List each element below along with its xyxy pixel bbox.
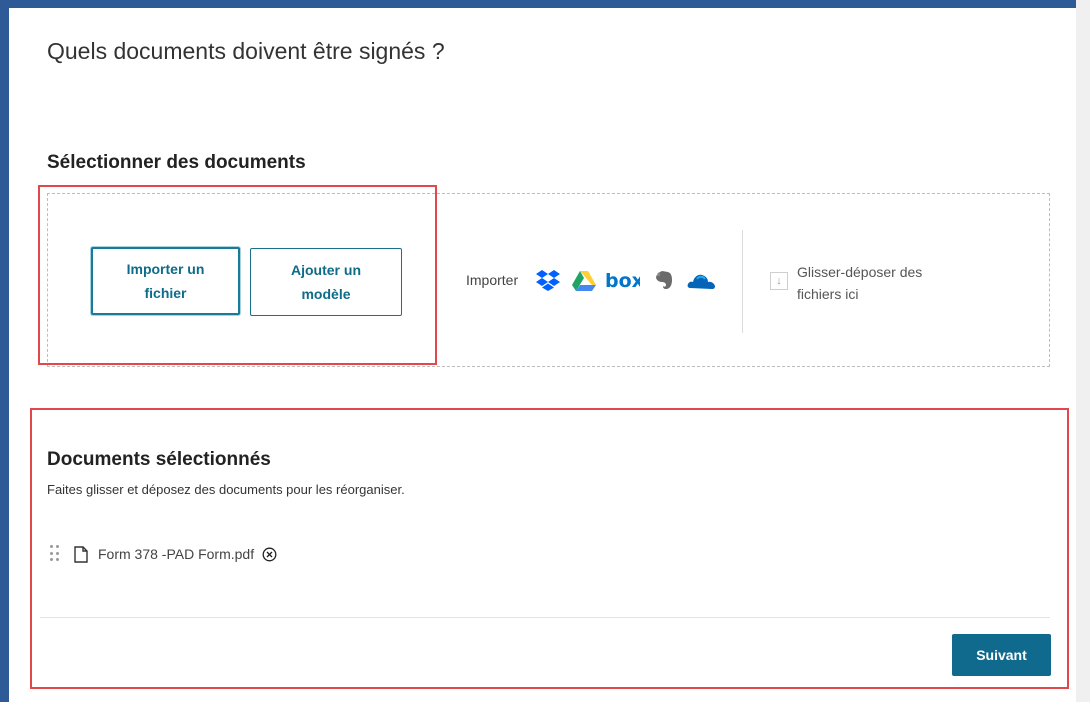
import-label: Importer xyxy=(466,272,519,288)
box-icon[interactable]: box xyxy=(604,268,640,292)
window-scroll-gutter xyxy=(1076,0,1090,702)
onedrive-icon[interactable] xyxy=(687,268,717,292)
dropbox-icon[interactable] xyxy=(535,268,561,292)
drag-drop-text: Glisser-déposer des fichiers ici xyxy=(797,264,923,302)
drag-handle-icon[interactable] xyxy=(50,545,60,563)
select-documents-heading: Sélectionner des documents xyxy=(47,152,306,173)
google-drive-icon[interactable] xyxy=(571,268,597,292)
window-top-border xyxy=(0,0,1090,8)
file-icon xyxy=(74,545,88,563)
add-template-button[interactable]: Ajouter un modèle xyxy=(250,248,402,316)
selected-documents-heading: Documents sélectionnés xyxy=(47,449,271,470)
evernote-icon[interactable] xyxy=(651,268,677,292)
svg-text:box: box xyxy=(605,270,640,292)
document-list-item[interactable]: Form 378 -PAD Form.pdf xyxy=(50,543,277,565)
window-left-border xyxy=(0,0,9,702)
import-file-button[interactable]: Importer un fichier xyxy=(91,247,240,315)
document-name: Form 378 -PAD Form.pdf xyxy=(98,546,255,562)
dropzone-divider xyxy=(742,230,743,333)
next-button[interactable]: Suivant xyxy=(952,634,1051,676)
page-title: Quels documents doivent être signés ? xyxy=(47,38,445,64)
drop-arrow-icon: ↓ xyxy=(770,272,788,290)
selected-documents-hint: Faites glisser et déposez des documents … xyxy=(47,482,405,497)
remove-document-icon[interactable] xyxy=(262,547,277,562)
footer-divider xyxy=(40,617,1050,618)
